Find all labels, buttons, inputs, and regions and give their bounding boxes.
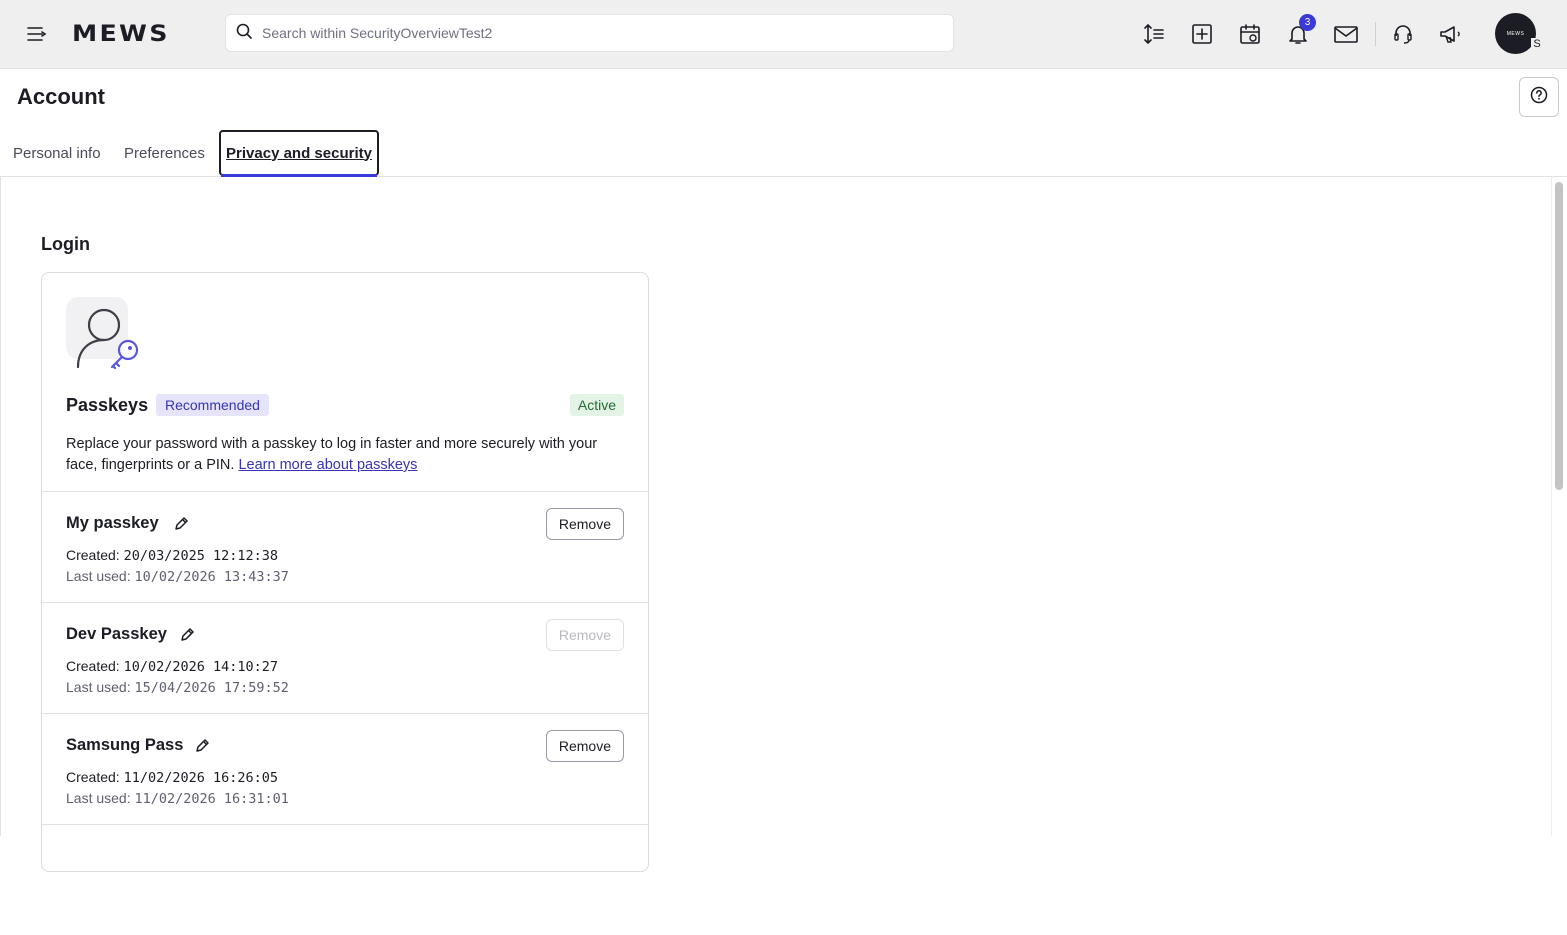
passkeys-card: Passkeys Recommended Active Replace your… <box>41 272 649 872</box>
created-value: 11/02/2026 16:26:05 <box>123 770 279 786</box>
content-border <box>0 177 1 836</box>
login-section-title: Login <box>41 234 90 254</box>
help-button[interactable] <box>1519 77 1559 117</box>
last-used-value: 10/02/2026 13:43:37 <box>134 569 289 585</box>
passkey-last-used: Last used: 15/04/2026 17:59:52 <box>66 679 289 696</box>
last-used-label: Last used: <box>66 679 131 695</box>
passkey-created: Created: 20/03/2025 12:12:38 <box>66 547 278 564</box>
learn-more-link[interactable]: Learn more about passkeys <box>238 457 417 473</box>
last-used-value: 11/02/2026 16:31:01 <box>134 791 289 807</box>
avatar[interactable]: MEWS <box>1495 13 1536 54</box>
created-value: 20/03/2025 12:12:38 <box>123 548 279 564</box>
search-icon <box>236 23 252 44</box>
tab-privacy-and-security[interactable]: Privacy and security <box>219 130 379 177</box>
remove-button[interactable]: Remove <box>545 730 624 762</box>
remove-button[interactable]: Remove <box>545 619 624 651</box>
passkey-row: My passkey Remove Created: 20/03/2025 12… <box>42 491 648 602</box>
tab-personal-info[interactable]: Personal info <box>13 130 101 176</box>
last-used-value: 15/04/2026 17:59:52 <box>134 680 289 696</box>
passkey-row: Samsung Pass Remove Created: 11/02/2026 … <box>42 713 648 824</box>
top-bar: MEWS 3 MEWS S <box>0 0 1567 69</box>
passkey-row <box>42 824 648 935</box>
status-badge: Active <box>569 394 624 416</box>
passkey-last-used: Last used: 10/02/2026 13:43:37 <box>66 568 289 585</box>
passkey-created: Created: 11/02/2026 16:26:05 <box>66 769 278 786</box>
menu-collapse-icon[interactable] <box>24 21 50 47</box>
edit-pencil-icon[interactable] <box>179 627 195 643</box>
created-label: Created: <box>66 658 120 674</box>
notification-count-badge: 3 <box>1299 14 1316 31</box>
search-box[interactable] <box>225 14 954 52</box>
created-label: Created: <box>66 547 120 563</box>
passkey-created: Created: 10/02/2026 14:10:27 <box>66 658 278 675</box>
calendar-view-icon[interactable] <box>1235 19 1265 49</box>
created-value: 10/02/2026 14:10:27 <box>123 659 279 675</box>
passkeys-description: Replace your password with a passkey to … <box>66 434 626 476</box>
recommended-badge: Recommended <box>156 394 269 416</box>
last-used-label: Last used: <box>66 790 131 806</box>
mail-icon[interactable] <box>1331 19 1361 49</box>
sort-icon[interactable] <box>1139 19 1169 49</box>
headset-icon[interactable] <box>1388 19 1418 49</box>
remove-button[interactable]: Remove <box>545 508 624 540</box>
toolbar-divider <box>1375 22 1376 46</box>
search-input[interactable] <box>262 25 942 41</box>
tab-bar: Personal info Preferences Privacy and se… <box>0 130 1567 177</box>
passkey-row: Dev Passkey Remove Created: 10/02/2026 1… <box>42 602 648 713</box>
edit-pencil-icon[interactable] <box>173 516 189 532</box>
passkeys-title: Passkeys <box>66 395 149 415</box>
megaphone-icon[interactable] <box>1436 19 1466 49</box>
passkey-user-key-icon <box>66 297 146 377</box>
last-used-label: Last used: <box>66 568 131 584</box>
avatar-initial: S <box>1531 38 1543 52</box>
edit-pencil-icon[interactable] <box>194 738 210 754</box>
help-icon <box>1530 86 1548 109</box>
created-label: Created: <box>66 769 120 785</box>
page-title: Account <box>17 84 105 109</box>
passkey-name: My passkey <box>66 514 159 532</box>
tab-preferences[interactable]: Preferences <box>124 130 205 176</box>
passkey-last-used: Last used: 11/02/2026 16:31:01 <box>66 790 289 807</box>
add-icon[interactable] <box>1187 19 1217 49</box>
scrollbar-thumb[interactable] <box>1555 182 1563 490</box>
passkey-name: Dev Passkey <box>66 625 167 643</box>
mews-logo[interactable]: MEWS <box>72 22 170 47</box>
passkey-name: Samsung Pass <box>66 736 184 754</box>
